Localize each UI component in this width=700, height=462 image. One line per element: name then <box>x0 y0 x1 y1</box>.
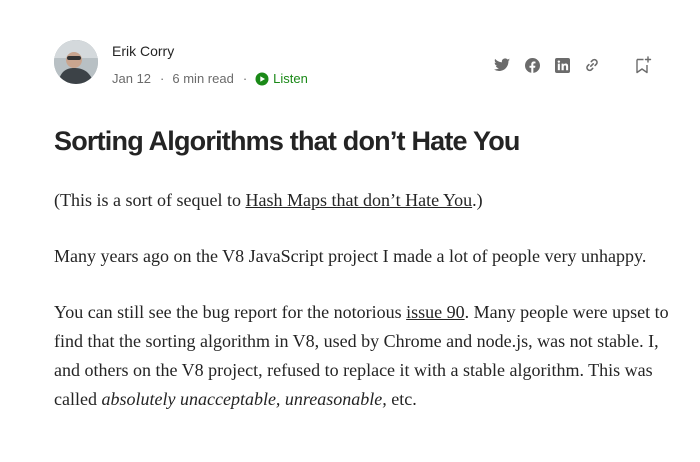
bookmark-add-icon <box>636 56 652 74</box>
article-header: Erik Corry Jan 12 · 6 min read · Listen <box>54 40 660 90</box>
read-time: 6 min read <box>172 71 234 86</box>
article-title: Sorting Algorithms that don’t Hate You <box>54 126 520 156</box>
copy-link-button[interactable] <box>584 57 600 73</box>
author-meta: Erik Corry Jan 12 · 6 min read · Listen <box>112 42 308 87</box>
paragraph-bug-report: You can still see the bug report for the… <box>54 298 674 414</box>
text: .) <box>472 190 483 210</box>
share-actions <box>480 56 652 74</box>
separator-dot: · <box>160 71 165 86</box>
listen-label: Listen <box>273 71 308 86</box>
linkedin-icon <box>554 57 570 73</box>
publish-date: Jan 12 <box>112 71 152 86</box>
author-name[interactable]: Erik Corry <box>112 42 308 60</box>
article-body: (This is a sort of sequel to Hash Maps t… <box>54 186 674 441</box>
emphasis-text: absolutely unacceptable, unreasonable, <box>101 389 387 409</box>
hash-maps-article-link[interactable]: Hash Maps that don’t Hate You <box>245 190 472 210</box>
text: You can still see the bug report for the… <box>54 302 407 322</box>
paragraph-intro: (This is a sort of sequel to Hash Maps t… <box>54 186 674 215</box>
linkedin-share-button[interactable] <box>554 57 570 73</box>
link-icon <box>586 58 598 72</box>
twitter-share-button[interactable] <box>494 57 510 73</box>
author-avatar[interactable] <box>54 40 98 84</box>
avatar-photo <box>54 40 98 84</box>
facebook-share-button[interactable] <box>524 57 540 73</box>
text: etc. <box>386 389 417 409</box>
post-subline: Jan 12 · 6 min read · Listen <box>112 71 308 87</box>
play-circle-icon <box>255 72 269 86</box>
text: (This is a sort of sequel to <box>54 190 246 210</box>
save-button[interactable] <box>634 56 652 74</box>
facebook-icon <box>524 57 540 73</box>
separator-dot: · <box>242 71 248 86</box>
listen-button[interactable]: Listen <box>255 71 308 87</box>
issue-90-link[interactable]: issue 90 <box>406 302 465 322</box>
twitter-icon <box>494 58 510 71</box>
paragraph-history: Many years ago on the V8 JavaScript proj… <box>54 246 647 266</box>
